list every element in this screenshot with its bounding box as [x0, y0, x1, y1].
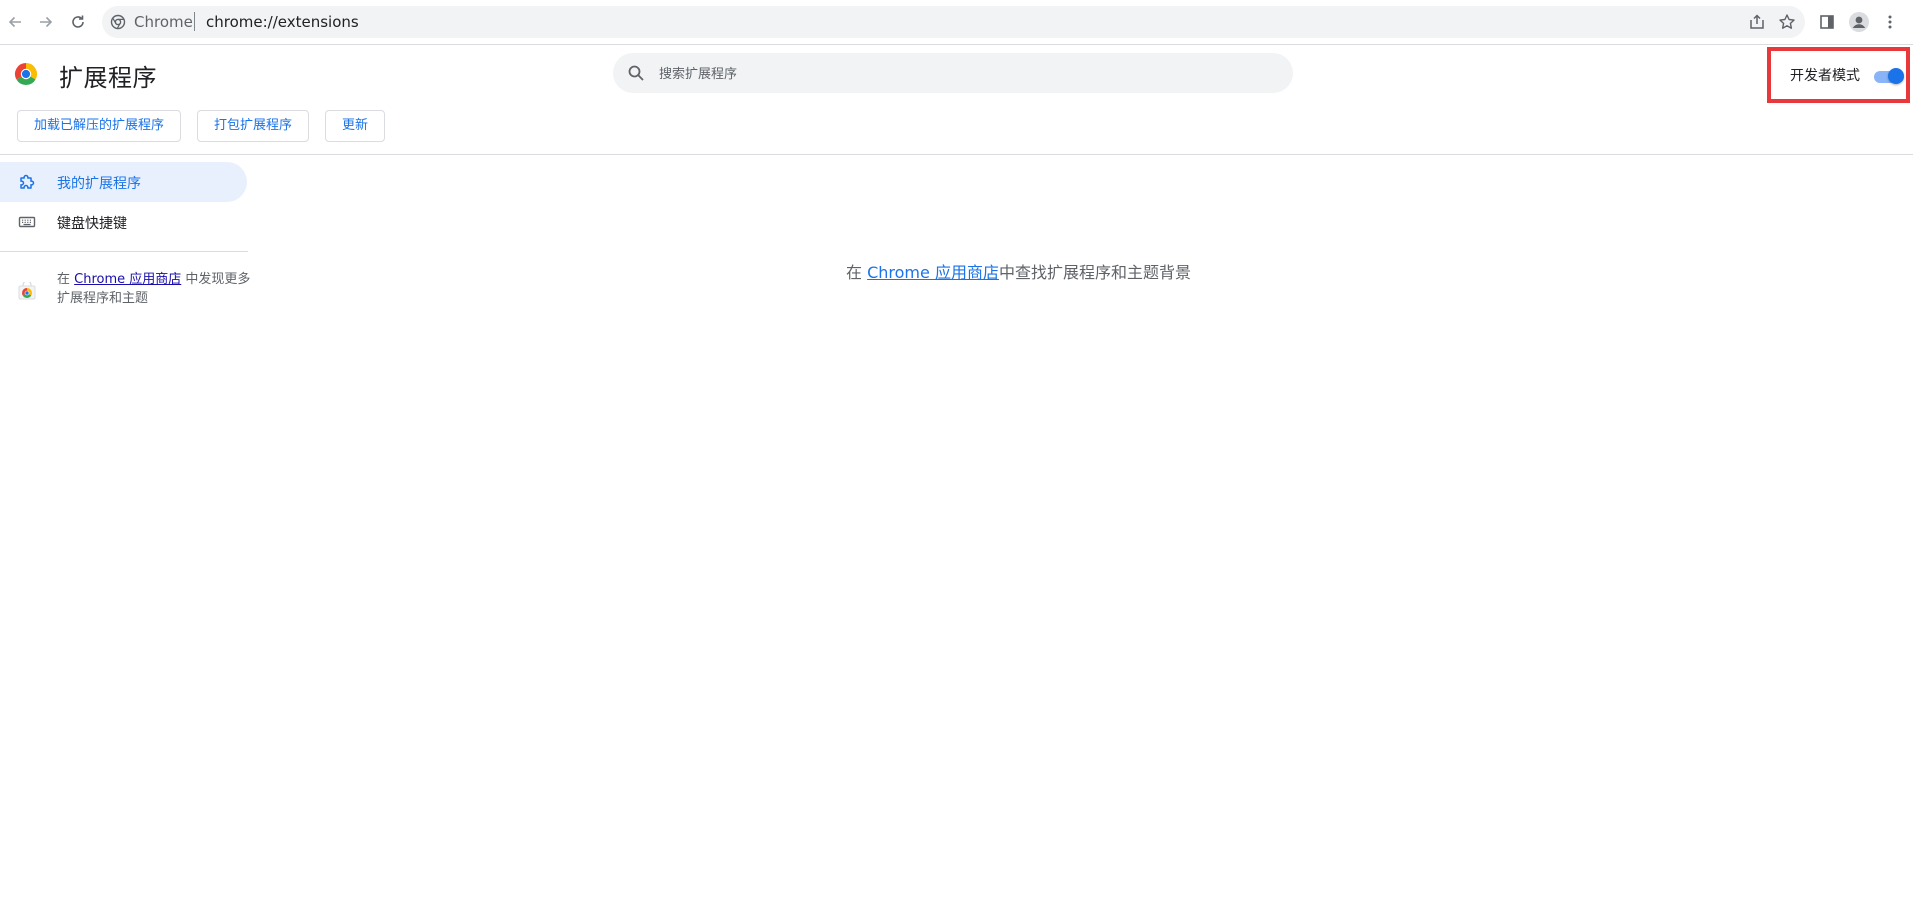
sidebar-divider: [0, 251, 248, 252]
sidebar-item-label: 我的扩展程序: [57, 176, 141, 192]
pack-extension-button[interactable]: 打包扩展程序: [197, 110, 310, 142]
developer-mode-highlight: 开发者模式: [1767, 47, 1910, 103]
sidebar-item-my-extensions[interactable]: 我的扩展程序: [0, 162, 247, 202]
header-divider: [0, 154, 1913, 155]
update-button[interactable]: 更新: [325, 110, 386, 142]
omnibox-chip-label: Chrome: [134, 13, 193, 31]
chrome-site-icon[interactable]: [110, 14, 126, 30]
promo-prefix: 在: [57, 272, 75, 287]
omnibox-separator: [194, 12, 195, 31]
search-bar[interactable]: [613, 53, 1293, 95]
side-panel-icon[interactable]: [1815, 10, 1839, 34]
more-menu-icon[interactable]: [1878, 10, 1902, 34]
puzzle-icon: [18, 173, 36, 191]
forward-arrow-icon[interactable]: [34, 10, 58, 34]
empty-state-suffix: 中查找扩展程序和主题背景: [998, 263, 1191, 282]
search-icon: [627, 64, 645, 82]
keyboard-icon: [18, 213, 36, 231]
omnibox-url[interactable]: chrome://extensions: [206, 13, 359, 31]
web-store-link[interactable]: Chrome 应用商店: [74, 272, 181, 287]
profile-avatar-icon[interactable]: [1847, 10, 1871, 34]
chrome-web-store-icon: [18, 280, 36, 300]
reload-icon[interactable]: [66, 10, 90, 34]
empty-state-web-store-link[interactable]: Chrome 应用商店: [867, 263, 999, 282]
developer-mode-label: 开发者模式: [1790, 68, 1860, 84]
bookmark-star-icon[interactable]: [1775, 10, 1799, 34]
sidebar-item-label: 键盘快捷键: [57, 216, 127, 232]
toggle-knob: [1888, 68, 1904, 84]
share-icon[interactable]: [1745, 10, 1769, 34]
omnibox[interactable]: Chrome chrome://extensions: [102, 6, 1805, 38]
sidebar-item-keyboard-shortcuts[interactable]: 键盘快捷键: [0, 202, 247, 242]
page-title: 扩展程序: [59, 64, 157, 92]
empty-state-prefix: 在: [846, 263, 868, 282]
web-store-promo-text: 在 Chrome 应用商店 中发现更多扩展程序和主题: [57, 270, 252, 308]
back-arrow-icon[interactable]: [3, 10, 27, 34]
chrome-logo-icon: [14, 62, 38, 86]
search-input[interactable]: [657, 53, 1281, 95]
empty-state-message: 在 Chrome 应用商店中查找扩展程序和主题背景: [846, 259, 1191, 283]
load-unpacked-button[interactable]: 加载已解压的扩展程序: [17, 110, 182, 142]
developer-mode-toggle[interactable]: [1872, 66, 1906, 86]
browser-toolbar: Chrome chrome://extensions: [0, 0, 1913, 45]
